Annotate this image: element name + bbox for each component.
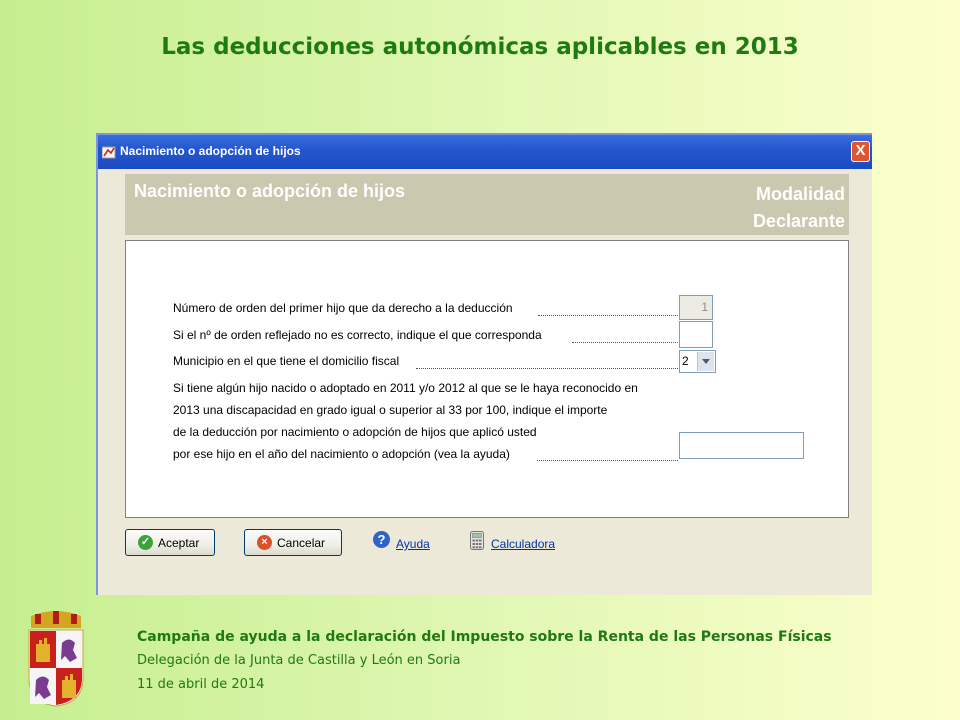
window-titlebar[interactable]: Nacimiento o adopción de hijos X xyxy=(98,135,872,169)
field-orden-input: 1 xyxy=(679,295,713,320)
field-importe-line: de la deducción por nacimiento o adopció… xyxy=(173,425,537,439)
help-link[interactable]: Ayuda xyxy=(396,537,430,551)
footer-campaign: Campaña de ayuda a la declaración del Im… xyxy=(137,629,832,645)
footer-date: 11 de abril de 2014 xyxy=(137,677,265,692)
municipio-select-value: 2 xyxy=(682,354,689,368)
calculator-link[interactable]: Calculadora xyxy=(491,537,555,551)
form-header: Nacimiento o adopción de hijos Modalidad… xyxy=(125,174,849,235)
check-icon: ✓ xyxy=(138,535,153,550)
cancel-icon: × xyxy=(257,535,272,550)
municipio-select[interactable]: 2 xyxy=(679,350,716,373)
help-icon[interactable]: ? xyxy=(373,531,390,548)
field-importe-line: por ese hijo en el año del nacimiento o … xyxy=(173,447,510,461)
field-importe-input[interactable] xyxy=(679,432,804,459)
field-orden-correcto-label: Si el nº de orden reflejado no es correc… xyxy=(173,328,542,342)
dialog-window: Nacimiento o adopción de hijos X Nacimie… xyxy=(96,133,872,595)
accept-button[interactable]: ✓ Aceptar xyxy=(125,529,215,556)
modality-line1: Modalidad xyxy=(756,184,845,204)
footer-delegation: Delegación de la Junta de Castilla y Leó… xyxy=(137,653,461,668)
form-panel: Número de orden del primer hijo que da d… xyxy=(125,240,849,518)
accept-button-label: Aceptar xyxy=(158,536,200,550)
field-orden-label: Número de orden del primer hijo que da d… xyxy=(173,301,513,315)
field-orden-correcto-input[interactable] xyxy=(679,321,713,348)
app-icon xyxy=(102,146,116,159)
field-municipio-label: Municipio en el que tiene el domicilio f… xyxy=(173,354,400,368)
window-title: Nacimiento o adopción de hijos xyxy=(120,144,301,158)
close-icon[interactable]: X xyxy=(851,141,870,162)
cancel-button[interactable]: × Cancelar xyxy=(244,529,342,556)
form-header-title: Nacimiento o adopción de hijos xyxy=(134,181,406,201)
slide-title: Las deducciones autonómicas aplicables e… xyxy=(161,34,799,60)
chevron-down-icon[interactable] xyxy=(697,352,714,371)
field-importe-line: 2013 una discapacidad en grado igual o s… xyxy=(173,403,608,417)
dots-leader xyxy=(572,342,678,343)
coat-of-arms-icon xyxy=(28,611,84,707)
dots-leader xyxy=(416,368,678,369)
calculator-icon[interactable] xyxy=(470,531,484,550)
dots-leader xyxy=(538,315,678,316)
dots-leader xyxy=(537,460,678,461)
cancel-button-label: Cancelar xyxy=(277,536,326,550)
modality-label: Modalidad Declarante xyxy=(753,181,845,235)
field-importe-line: Si tiene algún hijo nacido o adoptado en… xyxy=(173,381,638,395)
modality-line2: Declarante xyxy=(752,211,845,231)
